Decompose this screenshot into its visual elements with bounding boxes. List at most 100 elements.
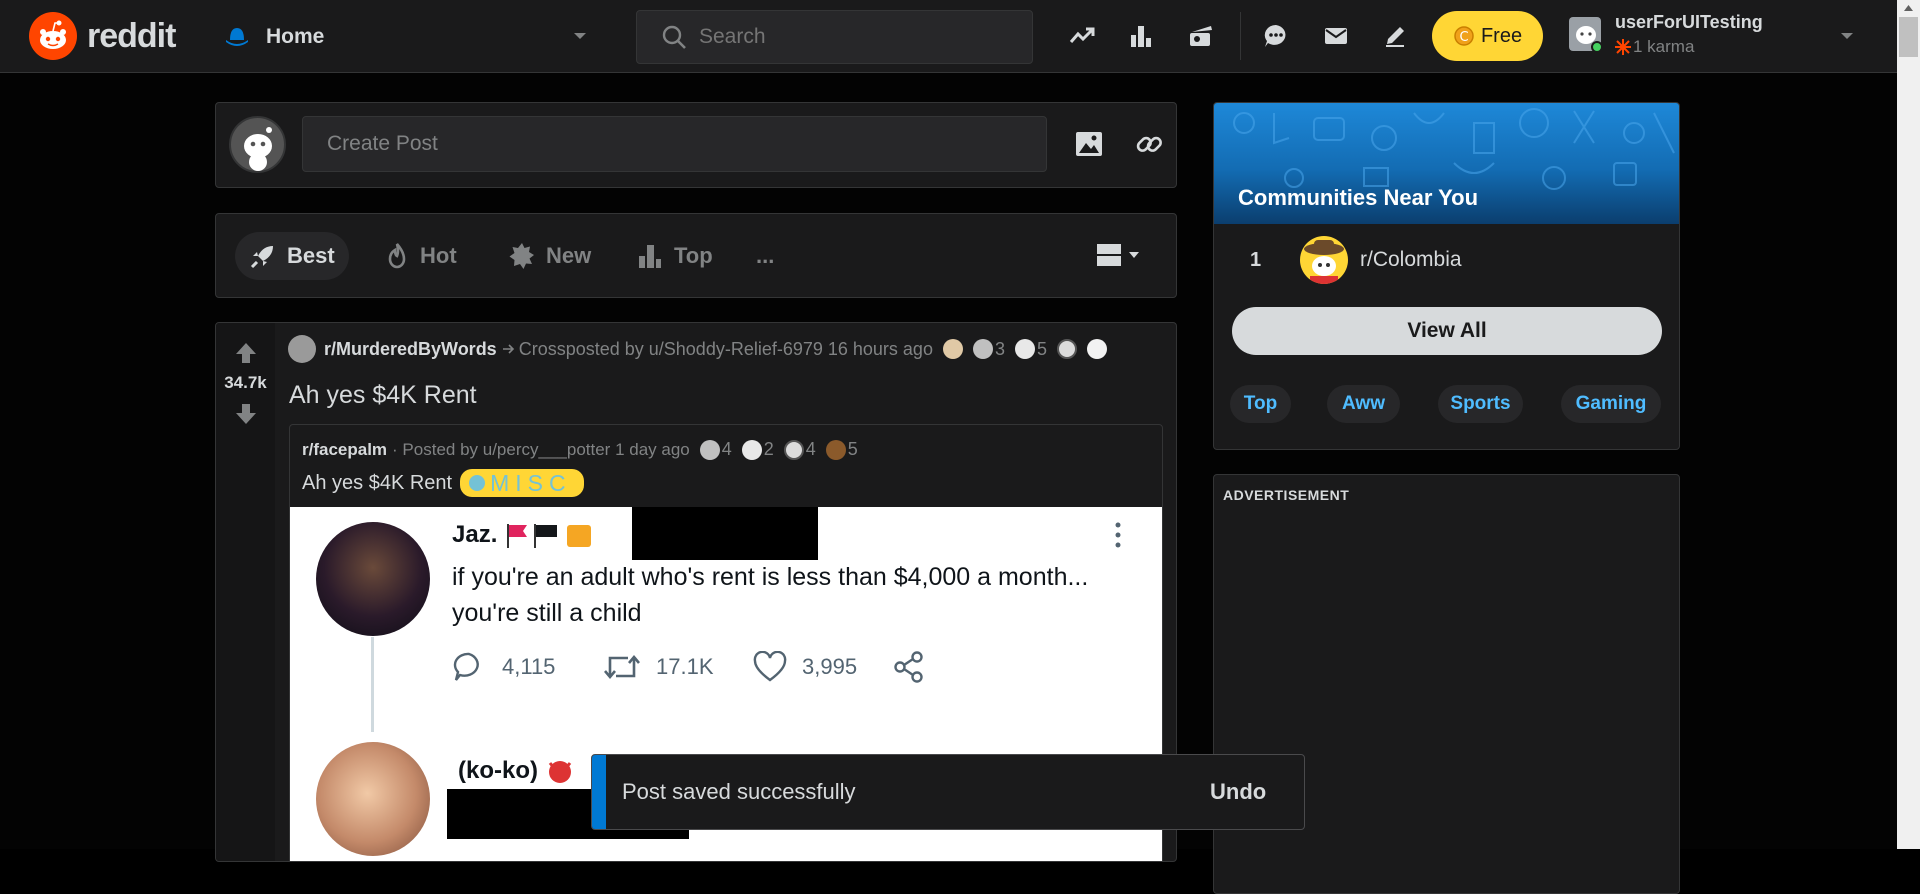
crosspost-info: Crossposted by u/Shoddy-Relief-6979 16 h…: [518, 338, 933, 359]
home-dropdown[interactable]: Home: [222, 16, 592, 58]
svg-text:C: C: [1459, 30, 1468, 45]
create-post-input[interactable]: Create Post: [302, 116, 1047, 172]
karma-icon: [1615, 39, 1631, 55]
karma-count: 1 karma: [1633, 37, 1695, 56]
ad-label: ADVERTISEMENT: [1223, 487, 1350, 503]
image-post-button[interactable]: [1069, 124, 1109, 164]
pencil-icon: [1386, 27, 1404, 47]
top-header: reddit Home C Free user: [0, 0, 1920, 73]
avatar[interactable]: [229, 116, 286, 173]
avatar: [1569, 17, 1603, 53]
view-all-label: View All: [1407, 319, 1487, 342]
user-menu[interactable]: userForUITesting 1 karma: [1566, 10, 1866, 62]
award-poop-icon[interactable]: 5: [825, 439, 858, 460]
tag-aww[interactable]: Aww: [1327, 385, 1400, 423]
premium-button[interactable]: C Free: [1432, 11, 1543, 61]
tag-top[interactable]: Top: [1230, 385, 1291, 423]
award-s-icon[interactable]: 4: [783, 439, 816, 460]
inner-post-title[interactable]: Ah yes $4K Rent: [302, 472, 452, 495]
flag-icons: [507, 524, 592, 548]
chevron-down-icon: [1129, 252, 1139, 258]
vote-count: 34.7k: [224, 373, 267, 392]
scroll-up-icon[interactable]: [1903, 4, 1914, 12]
reddit-logo[interactable]: reddit: [29, 12, 176, 60]
award-cat-icon[interactable]: [1087, 339, 1107, 359]
sort-more-button[interactable]: ...: [742, 232, 788, 280]
award-s-icon[interactable]: [1057, 339, 1077, 359]
retweet-count: 17.1K: [656, 654, 714, 679]
community-link[interactable]: r/Colombia: [1360, 248, 1462, 272]
award-wink-icon[interactable]: [942, 339, 963, 359]
toast-accent-bar: [592, 755, 606, 829]
like-count: 3,995: [802, 654, 858, 679]
trending-icon: [1069, 27, 1095, 43]
more-options-icon: [1115, 522, 1121, 548]
sort-bar: Best Hot New Top ...: [215, 213, 1177, 298]
share-icon: [894, 651, 923, 683]
view-layout-button[interactable]: [1096, 242, 1140, 268]
username: userForUITesting: [1615, 12, 1763, 32]
popular-button[interactable]: [1062, 16, 1102, 56]
rocket-icon: [250, 246, 273, 269]
search-input[interactable]: [699, 25, 1019, 49]
link-icon: [1136, 136, 1162, 152]
post-title[interactable]: Ah yes $4K Rent: [289, 381, 477, 410]
home-label: Home: [266, 25, 325, 48]
award-face-icon[interactable]: 5: [1014, 339, 1047, 360]
videos-button[interactable]: [1181, 16, 1221, 56]
sort-best-button[interactable]: Best: [235, 232, 349, 280]
tweet-actions: 4,115 17.1K 3,995: [452, 647, 1072, 687]
reply-count: 4,115: [502, 654, 556, 679]
scrollbar[interactable]: [1897, 0, 1920, 849]
award-silver-icon[interactable]: 3: [972, 339, 1005, 360]
header-divider: [1240, 12, 1241, 60]
subreddit-link[interactable]: r/MurderedByWords: [324, 339, 497, 360]
thread-line: [371, 637, 374, 732]
award-silver-icon[interactable]: 4: [699, 439, 732, 460]
sort-hot-button[interactable]: Hot: [370, 232, 471, 280]
upvote-arrow-icon[interactable]: [234, 341, 258, 365]
card-view-icon: [1097, 244, 1121, 266]
home-icon: [226, 28, 248, 46]
messages-button[interactable]: [1316, 16, 1356, 56]
sort-best-label: Best: [287, 243, 335, 268]
view-all-button[interactable]: View All: [1232, 307, 1662, 355]
create-post-button[interactable]: [1375, 16, 1415, 56]
toast-undo-button[interactable]: Undo: [1210, 779, 1266, 805]
reddit-snoo-icon: [29, 12, 77, 60]
stats-icon: [1131, 26, 1151, 47]
tweet-author-name: Jaz.: [452, 521, 498, 548]
inner-posted-info: · Posted by u/percy___potter 1 day ago: [392, 439, 690, 459]
coin-icon: C: [1454, 26, 1474, 46]
more-icon: ...: [756, 243, 775, 268]
scrollbar-thumb[interactable]: [1899, 17, 1918, 57]
sort-new-button[interactable]: New: [494, 232, 605, 280]
search-bar[interactable]: [636, 10, 1033, 64]
advertisement-card: ADVERTISEMENT: [1213, 474, 1680, 894]
community-rank: 1: [1250, 249, 1262, 271]
tag-sports[interactable]: Sports: [1438, 385, 1523, 423]
downvote-arrow-icon[interactable]: [234, 402, 258, 426]
top-chart-icon: [639, 245, 661, 268]
link-post-button[interactable]: [1129, 124, 1169, 164]
online-status-dot: [1591, 41, 1603, 53]
communities-banner: Communities Near You: [1214, 103, 1679, 224]
snoo-avatar-icon: [244, 127, 272, 171]
sort-hot-label: Hot: [420, 243, 457, 268]
award-face-icon[interactable]: 2: [741, 439, 774, 460]
crosspost-icon: [502, 344, 514, 354]
inner-subreddit-link[interactable]: r/facepalm: [302, 440, 387, 460]
chevron-down-icon: [574, 33, 586, 39]
community-icon[interactable]: [1300, 236, 1348, 284]
all-button[interactable]: [1121, 16, 1161, 56]
subreddit-icon[interactable]: [288, 335, 316, 363]
tag-gaming[interactable]: Gaming: [1561, 385, 1661, 423]
sort-top-button[interactable]: Top: [622, 232, 727, 280]
sort-top-label: Top: [674, 243, 713, 268]
colombia-snoo-icon: [1304, 240, 1344, 284]
mail-icon: [1325, 28, 1347, 44]
chat-button[interactable]: [1256, 16, 1296, 56]
chat-icon: [1264, 24, 1286, 47]
heart-icon: [753, 651, 787, 682]
image-icon: [1076, 132, 1102, 156]
